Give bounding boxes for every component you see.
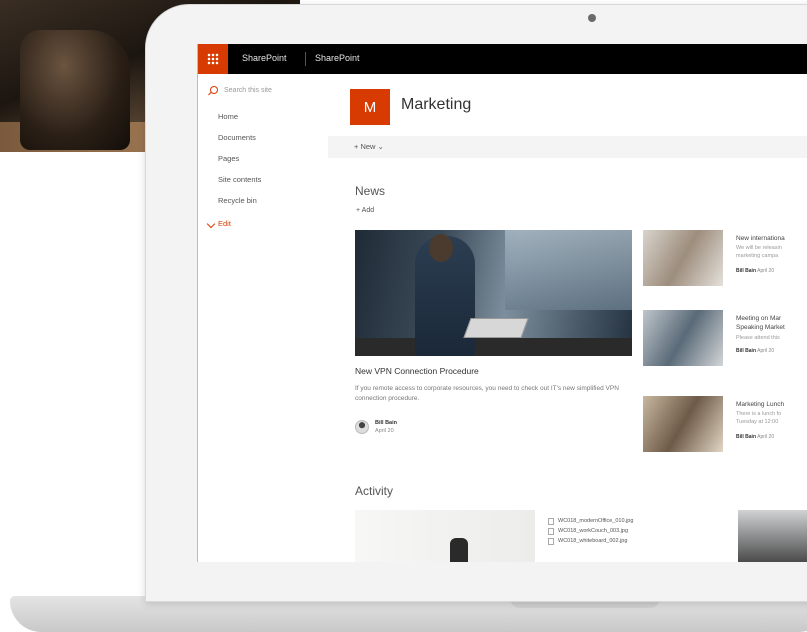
- nav-item-home[interactable]: Home: [218, 112, 261, 133]
- side-news-item[interactable]: Meeting on Mar Speaking Market Please att…: [643, 310, 807, 370]
- nav-item-recycle-bin[interactable]: Recycle bin: [218, 196, 261, 217]
- app-launcher-button[interactable]: [198, 44, 228, 74]
- file-icon: [548, 527, 554, 535]
- nav-list: Home Documents Pages Site contents Recyc…: [218, 112, 261, 217]
- side-news-title: New internationa: [736, 235, 785, 242]
- side-news-desc: There is a lunch fo Tuesday at 12:00: [736, 411, 782, 425]
- edit-label: Edit: [218, 219, 231, 228]
- side-news-title: Marketing Lunch: [736, 401, 785, 408]
- side-news-desc: We will be releasin marketing campa: [736, 245, 782, 259]
- new-button[interactable]: + New ⌄: [354, 142, 384, 151]
- laptop-screen: SharePoint SharePoint Search this site H…: [197, 44, 807, 562]
- search-box[interactable]: Search this site: [210, 86, 272, 94]
- waffle-icon: [207, 53, 219, 65]
- side-news-meta: Bill Bain April 20: [736, 268, 775, 274]
- side-news-desc: Please attend this: [736, 335, 780, 341]
- side-news-item[interactable]: Marketing Lunch There is a lunch fo Tuesd…: [643, 396, 807, 456]
- hero-news-description: If you remote access to corporate resour…: [355, 385, 619, 402]
- camera-icon: [588, 14, 596, 22]
- news-heading: News: [355, 184, 386, 198]
- activity-card[interactable]: [355, 510, 535, 562]
- activity-heading: Activity: [355, 484, 394, 498]
- suite-app-name[interactable]: SharePoint: [242, 53, 287, 63]
- side-news-meta: Bill Bain April 20: [736, 348, 775, 354]
- site-logo[interactable]: M: [350, 89, 390, 125]
- command-bar: + New ⌄: [328, 136, 807, 158]
- side-news-meta: Bill Bain April 20: [736, 434, 775, 440]
- search-placeholder: Search this site: [224, 86, 272, 94]
- author-date: April 20: [375, 428, 394, 434]
- side-news-title: Meeting on Mar Speaking Market: [736, 315, 785, 331]
- edit-nav-link[interactable]: Edit: [206, 219, 231, 228]
- nav-item-pages[interactable]: Pages: [218, 154, 261, 175]
- news-thumbnail: [643, 230, 723, 286]
- suite-bar: SharePoint SharePoint: [198, 44, 807, 74]
- hero-news-headline[interactable]: New VPN Connection Procedure: [355, 366, 479, 376]
- hero-news-image[interactable]: [355, 230, 632, 356]
- author-name: Bill Bain: [375, 420, 398, 426]
- file-icon: [548, 517, 554, 525]
- search-icon: [210, 86, 218, 94]
- add-news-button[interactable]: + Add: [356, 207, 374, 214]
- suite-site-name[interactable]: SharePoint: [315, 53, 360, 63]
- site-title: Marketing: [401, 96, 472, 113]
- file-item[interactable]: WC018_modernOffice_010.jpg: [548, 516, 633, 526]
- chair-image: [20, 30, 130, 150]
- nav-item-documents[interactable]: Documents: [218, 133, 261, 154]
- news-thumbnail: [643, 396, 723, 452]
- news-thumbnail: [643, 310, 723, 366]
- activity-file-list: WC018_modernOffice_010.jpg WC018_workCou…: [548, 516, 633, 546]
- file-item[interactable]: WC018_workCouch_003.jpg: [548, 526, 633, 536]
- hero-news-author: Bill Bain April 20: [355, 419, 397, 435]
- file-icon: [548, 537, 554, 545]
- avatar: [355, 420, 369, 434]
- file-item[interactable]: WC018_whiteboard_002.jpg: [548, 536, 633, 546]
- pencil-icon: [206, 219, 216, 228]
- laptop-scene: SharePoint SharePoint Search this site H…: [0, 0, 807, 632]
- nav-item-site-contents[interactable]: Site contents: [218, 175, 261, 196]
- side-news-item[interactable]: New internationa We will be releasin mark…: [643, 230, 807, 290]
- activity-card[interactable]: [738, 510, 807, 562]
- left-navigation: Search this site Home Documents Pages Si…: [198, 74, 328, 562]
- suite-divider: [305, 52, 306, 66]
